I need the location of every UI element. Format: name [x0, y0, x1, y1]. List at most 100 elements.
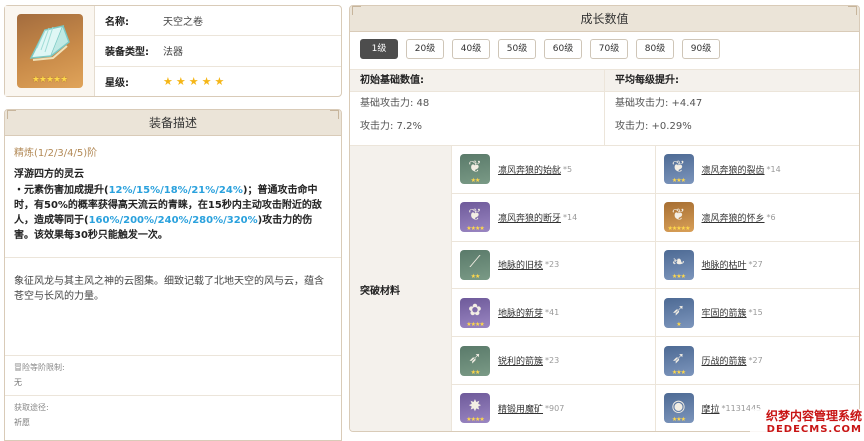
star-icon: ★ [214, 74, 225, 88]
material-item[interactable]: ➶ ★★★ 历战的箭簇 *27 [655, 337, 859, 385]
description-header: 装备描述 [5, 110, 341, 136]
weapon-type: 法器 [163, 47, 183, 59]
branch-icon: ⟋ ★★ [460, 249, 490, 280]
weapon-name: 天空之卷 [163, 17, 203, 29]
material-name[interactable]: 锐利的箭簇 [498, 354, 543, 367]
material-name[interactable]: 摩拉 [702, 402, 720, 415]
base-substat: 攻击力: 7.2% [360, 121, 422, 132]
ore-icon: ✸ ★★★★ [460, 393, 490, 424]
type-label: 装备类型: [105, 47, 149, 59]
arrowhead-icon: ➶ ★★ [460, 345, 490, 376]
growth-panel: 成长数值 1级 20级 40级 50级 60级 70级 80级 90级 初始基础数值: 基础攻… [349, 5, 860, 432]
arrowhead-icon: ➶ ★★★ [663, 345, 694, 376]
base-stats: 初始基础数值: 基础攻击力: 48 攻击力: 7.2% [350, 70, 605, 145]
description-card: 装备描述 精炼(1/2/3/4/5)阶 浮游四方的灵云 ・元素伤害加成提升(12… [4, 109, 342, 441]
refinement-levels: 精炼(1/2/3/4/5)阶 [14, 148, 98, 159]
material-name[interactable]: 凛风奔狼的裂齿 [702, 163, 765, 176]
material-count: *23 [545, 260, 560, 270]
material-name[interactable]: 地脉的旧枝 [498, 258, 543, 271]
sprout-icon: ✿ ★★★★ [460, 297, 490, 328]
level-tab-60级[interactable]: 60级 [544, 39, 582, 59]
item-thumbnail: ★★★★★ [5, 6, 95, 96]
watermark-en: DEDECMS.COM [766, 424, 862, 435]
passive-name: 浮游四方的灵云 [14, 169, 84, 180]
material-name[interactable]: 地脉的新芽 [498, 306, 543, 319]
material-item[interactable]: ❦ ★★★ 凛风奔狼的裂齿 *14 [655, 146, 859, 194]
obtain-block: 获取途径: 祈愿 [5, 395, 341, 435]
material-count: *6 [766, 212, 776, 222]
level-tab-40级[interactable]: 40级 [452, 39, 490, 59]
star-icon: ★ [175, 74, 186, 88]
name-label: 名称: [105, 17, 129, 29]
material-name[interactable]: 凛风奔狼的始龀 [498, 163, 561, 176]
rarity-stars: ★ ★ ★ ★ ★ [163, 75, 227, 88]
passive-text-part1: ・元素伤害加成提升( [14, 185, 109, 196]
level-tabs: 1级 20级 40级 50级 60级 70级 80级 90级 [350, 32, 859, 70]
material-name[interactable]: 凛风奔狼的怀乡 [702, 211, 765, 224]
material-name[interactable]: 凛风奔狼的断牙 [498, 211, 561, 224]
star-icon: ★ [163, 74, 173, 88]
material-name[interactable]: 地脉的枯叶 [702, 258, 747, 271]
lore-text: 象征风龙与其主风之神的云图集。细致记载了北地天空的风与云，蕴含苍空与长风的力量。 [14, 276, 324, 302]
level-tab-80级[interactable]: 80级 [636, 39, 674, 59]
thumb-rarity-stars: ★★★★★ [31, 75, 68, 85]
level-tab-1级[interactable]: 1级 [360, 39, 398, 59]
level-tab-20级[interactable]: 20级 [406, 39, 444, 59]
material-item[interactable]: ⟋ ★★ 地脉的旧枝 *23 [452, 241, 656, 290]
passive-value-damage: 160%/200%/240%/280%/320% [88, 215, 258, 226]
material-item[interactable]: ❦ ★★★★★ 凛风奔狼的怀乡 *6 [655, 194, 859, 242]
avg-growth-title: 平均每级提升: [605, 70, 859, 92]
material-count: *41 [545, 308, 560, 318]
material-count: *15 [748, 308, 763, 318]
passive-value-elemental-bonus: 12%/15%/18%/21%/24% [108, 185, 243, 196]
material-count: *5 [563, 164, 573, 174]
avg-substat: 攻击力: +0.29% [615, 121, 692, 132]
level-limit-value: 无 [14, 378, 22, 387]
level-limit-label: 冒险等阶限制: [14, 363, 65, 372]
fang-icon: ❦ ★★★ [663, 154, 694, 185]
material-name[interactable]: 历战的箭簇 [702, 354, 747, 367]
avg-atk: 基础攻击力: +4.47 [615, 98, 703, 109]
fang-icon: ❦ ★★★★★ [663, 202, 694, 233]
stats-section: 初始基础数值: 基础攻击力: 48 攻击力: 7.2% 平均每级提升: 基础攻击… [350, 70, 859, 146]
book-with-wings-icon: ★★★★★ [16, 14, 83, 88]
obtain-value: 祈愿 [14, 418, 30, 427]
material-count: *14 [563, 212, 578, 222]
fang-icon: ❦ ★★★★ [460, 202, 490, 233]
growth-header: 成长数值 [350, 6, 859, 32]
level-tab-70级[interactable]: 70级 [590, 39, 628, 59]
mora-coin-icon: ◉ ★★★ [663, 393, 694, 424]
fang-icon: ❦ ★★ [460, 154, 490, 185]
level-limit-block: 冒险等阶限制: 无 [5, 355, 341, 395]
passive-text: ・元素伤害加成提升(12%/15%/18%/21%/24%)；普通攻击命中时，有… [14, 183, 332, 243]
material-name[interactable]: 牢固的箭簇 [702, 306, 747, 319]
rarity-row: 星级: ★ ★ ★ ★ ★ [95, 67, 341, 96]
material-count: *14 [766, 164, 781, 174]
level-tab-90级[interactable]: 90级 [682, 39, 720, 59]
rarity-label: 星级: [105, 77, 129, 89]
ascension-materials: 突破材料 ❦ ★★ 凛风奔狼的始龀 *5 ❦ ★★★ 凛风奔狼的裂齿 *14 ❦ ★★★★ 凛风奔狼… [350, 146, 859, 431]
star-icon: ★ [188, 74, 199, 88]
material-count: *23 [545, 356, 560, 366]
level-tab-50级[interactable]: 50级 [498, 39, 536, 59]
watermark: 织梦内容管理系统 DEDECMS.COM [750, 409, 862, 439]
material-name[interactable]: 精锻用魔矿 [498, 402, 543, 415]
material-count: *907 [545, 403, 565, 413]
material-item[interactable]: ➶ ★ 牢固的箭簇 *15 [655, 289, 859, 338]
avg-growth-stats: 平均每级提升: 基础攻击力: +4.47 攻击力: +0.29% [605, 70, 859, 145]
base-atk: 基础攻击力: 48 [360, 98, 430, 109]
material-count: *27 [748, 356, 763, 366]
name-row: 名称: 天空之卷 [95, 6, 341, 37]
material-item[interactable]: ❦ ★★ 凛风奔狼的始龀 *5 [452, 146, 656, 194]
materials-grid: ❦ ★★ 凛风奔狼的始龀 *5 ❦ ★★★ 凛风奔狼的裂齿 *14 ❦ ★★★★ 凛风奔狼的断牙 *1… [452, 146, 859, 431]
material-item[interactable]: ❦ ★★★★ 凛风奔狼的断牙 *14 [452, 193, 656, 242]
material-item[interactable]: ❧ ★★★ 地脉的枯叶 *27 [655, 242, 859, 290]
leaf-icon: ❧ ★★★ [663, 249, 694, 280]
material-item[interactable]: ✿ ★★★★ 地脉的新芽 *41 [452, 289, 656, 338]
arrowhead-icon: ➶ ★ [663, 297, 694, 328]
material-item[interactable]: ➶ ★★ 锐利的箭簇 *23 [452, 337, 656, 385]
material-item[interactable]: ✸ ★★★★ 精锻用魔矿 *907 [452, 384, 656, 431]
watermark-cn: 织梦内容管理系统 [765, 409, 862, 423]
item-info-card: ★★★★★ 名称: 天空之卷 装备类型: 法器 星级: ★ ★ ★ ★ ★ [4, 5, 342, 97]
type-row: 装备类型: 法器 [95, 36, 341, 67]
